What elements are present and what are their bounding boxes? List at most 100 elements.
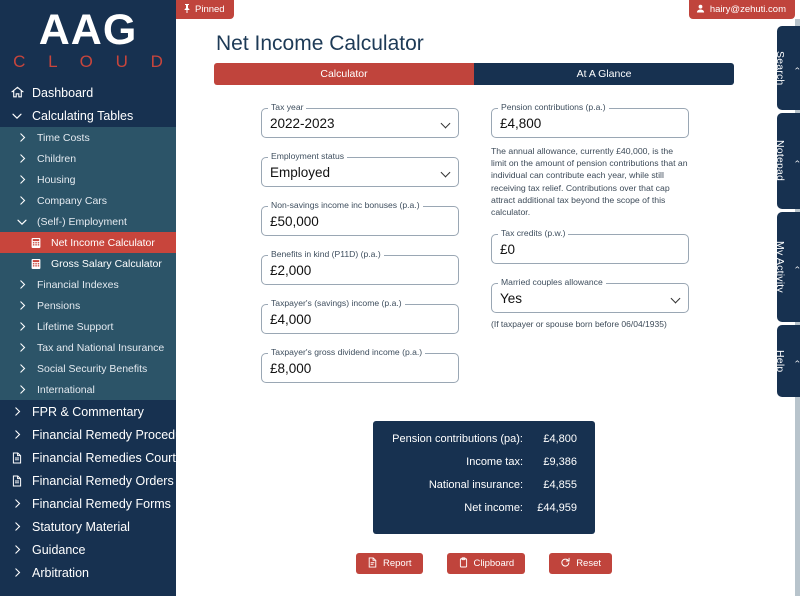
sidebar-item-label: Dashboard <box>32 85 94 100</box>
chevron-right-icon <box>14 173 30 187</box>
field-value[interactable]: 2022-2023 <box>261 108 459 138</box>
sidebar-item-net-income-calculator[interactable]: Net Income Calculator <box>0 232 176 253</box>
chevron-right-icon <box>14 320 30 334</box>
chevron-right-icon <box>9 543 25 557</box>
field-value[interactable]: £8,000 <box>261 353 459 383</box>
sidebar-item-label: Pensions <box>37 299 81 312</box>
field-value[interactable]: £2,000 <box>261 255 459 285</box>
chevron-icon: ‹ <box>793 359 800 363</box>
sidebar-item-company-cars[interactable]: Company Cars <box>0 190 176 211</box>
field-taxpayer-s-savings-income-p-a[interactable]: Taxpayer's (savings) income (p.a.) £4,000 <box>261 298 459 334</box>
brand-logo[interactable]: AAG C L O U D <box>0 0 176 81</box>
sidebar-item-financial-indexes[interactable]: Financial Indexes <box>0 274 176 295</box>
form-column-left: Tax year 2022-2023 Employment status Employ… <box>261 102 459 402</box>
sidebar-item-label: Tax and National Insurance <box>37 341 165 354</box>
sidebar-item-children[interactable]: Children <box>0 148 176 169</box>
field-label: Non-savings income inc bonuses (p.a.) <box>268 200 423 210</box>
sidebar-item-time-costs[interactable]: Time Costs <box>0 127 176 148</box>
action-button-row: Report Clipboard Reset <box>356 553 613 574</box>
pinned-badge[interactable]: Pinned <box>176 0 234 19</box>
field-tax-credits[interactable]: Tax credits (p.w.) £0 <box>491 228 689 265</box>
main-content: Net Income Calculator Calculator At A Gla… <box>176 0 800 596</box>
report-button[interactable]: Report <box>356 553 423 574</box>
chevron-down-icon <box>14 215 30 229</box>
sidebar-item-fpr-commentary[interactable]: FPR & Commentary <box>0 400 176 423</box>
field-pension-contributions[interactable]: Pension contributions (p.a.) £4,800 <box>491 102 689 138</box>
vtab-notepad[interactable]: Notepad ‹ <box>774 113 800 209</box>
chevron-right-icon <box>9 428 25 442</box>
brand-logo-sub: C L O U D <box>13 52 172 71</box>
sidebar-item-label: Company Cars <box>37 194 108 207</box>
field-label: Benefits in kind (P11D) (p.a.) <box>268 249 384 259</box>
field-label: Taxpayer's (savings) income (p.a.) <box>268 298 405 308</box>
field-label: Pension contributions (p.a.) <box>498 102 609 112</box>
sidebar-item-financial-remedies-court[interactable]: Financial Remedies Court <box>0 446 176 469</box>
sidebar-item-label: Financial Indexes <box>37 278 119 291</box>
field-employment-status[interactable]: Employment status Employed <box>261 151 459 187</box>
sidebar-item-self-employment[interactable]: (Self-) Employment <box>0 211 176 232</box>
sidebar-item-financial-remedy-orders[interactable]: Financial Remedy Orders <box>0 469 176 492</box>
calculator-icon <box>28 257 44 271</box>
sidebar-item-international[interactable]: International <box>0 379 176 400</box>
field-tax-year[interactable]: Tax year 2022-2023 <box>261 102 459 138</box>
form-column-right: Pension contributions (p.a.) £4,800 The … <box>491 102 689 338</box>
result-value: £9,386 <box>543 456 577 468</box>
tab-label: Calculator <box>320 68 368 80</box>
field-value[interactable]: £50,000 <box>261 206 459 236</box>
sidebar-item-calculating-tables[interactable]: Calculating Tables <box>0 104 176 127</box>
chevron-right-icon <box>9 566 25 580</box>
field-value[interactable]: £0 <box>491 234 689 265</box>
field-label: Employment status <box>268 151 348 161</box>
sidebar-item-housing[interactable]: Housing <box>0 169 176 190</box>
chevron-right-icon <box>9 405 25 419</box>
user-badge[interactable]: hairy@zehuti.com <box>688 0 795 19</box>
result-value: £44,959 <box>537 502 577 514</box>
field-value[interactable]: Yes <box>491 283 689 314</box>
sidebar-item-dashboard[interactable]: Dashboard <box>0 81 176 104</box>
sidebar-item-arbitration[interactable]: Arbitration <box>0 561 176 584</box>
sidebar-item-pensions[interactable]: Pensions <box>0 295 176 316</box>
button-label: Report <box>383 558 412 569</box>
sidebar-item-gross-salary-calculator[interactable]: Gross Salary Calculator <box>0 253 176 274</box>
tab-calculator[interactable]: Calculator <box>214 63 474 85</box>
results-panel: Pension contributions (pa): £4,800 Income … <box>373 421 595 534</box>
clipboard-button[interactable]: Clipboard <box>446 553 526 574</box>
vtab-search[interactable]: Search ‹ <box>774 26 800 110</box>
sidebar-item-label: Guidance <box>32 542 86 557</box>
field-non-savings-income-inc-bonuses-p-a[interactable]: Non-savings income inc bonuses (p.a.) £50… <box>261 200 459 236</box>
field-married-couples-allowance[interactable]: Married couples allowance Yes <box>491 277 689 314</box>
field-value[interactable]: Employed <box>261 157 459 187</box>
field-taxpayer-s-gross-dividend-income-p-a[interactable]: Taxpayer's gross dividend income (p.a.) £… <box>261 347 459 383</box>
sidebar-item-social-security-benefits[interactable]: Social Security Benefits <box>0 358 176 379</box>
sidebar-item-tax-and-national-insurance[interactable]: Tax and National Insurance <box>0 337 176 358</box>
user-email-label: hairy@zehuti.com <box>709 4 786 15</box>
result-value: £4,800 <box>543 433 577 445</box>
sidebar-item-statutory-material[interactable]: Statutory Material <box>0 515 176 538</box>
sidebar-item-label: Arbitration <box>32 565 89 580</box>
sidebar-item-label: Net Income Calculator <box>51 236 155 249</box>
chevron-right-icon <box>14 194 30 208</box>
sidebar-item-label: Children <box>37 152 77 165</box>
field-benefits-in-kind-p11d-p-a[interactable]: Benefits in kind (P11D) (p.a.) £2,000 <box>261 249 459 285</box>
chevron-down-icon <box>9 109 25 123</box>
field-label: Tax credits (p.w.) <box>498 228 569 239</box>
field-value[interactable]: £4,000 <box>261 304 459 334</box>
vtab-my-activity[interactable]: My Activity ‹ <box>774 212 800 322</box>
vtab-label: My Activity <box>774 241 786 293</box>
chevron-icon: ‹ <box>793 66 800 70</box>
field-value[interactable]: £4,800 <box>491 108 689 138</box>
reset-undo-icon <box>560 557 571 571</box>
result-row: Income tax: £9,386 <box>387 456 577 468</box>
chevron-right-icon <box>14 278 30 292</box>
reset-button[interactable]: Reset <box>549 553 613 574</box>
sidebar-item-financial-remedy-procedure[interactable]: Financial Remedy Procedure <box>0 423 176 446</box>
button-label: Reset <box>576 558 602 569</box>
result-row: Net income: £44,959 <box>387 502 577 514</box>
chevron-right-icon <box>14 299 30 313</box>
vtab-help[interactable]: Help ‹ <box>774 325 800 397</box>
sidebar-item-financial-remedy-forms[interactable]: Financial Remedy Forms <box>0 492 176 515</box>
sidebar-item-guidance[interactable]: Guidance <box>0 538 176 561</box>
sidebar-item-lifetime-support[interactable]: Lifetime Support <box>0 316 176 337</box>
page-title: Net Income Calculator <box>216 32 424 56</box>
tab-at-a-glance[interactable]: At A Glance <box>474 63 734 85</box>
